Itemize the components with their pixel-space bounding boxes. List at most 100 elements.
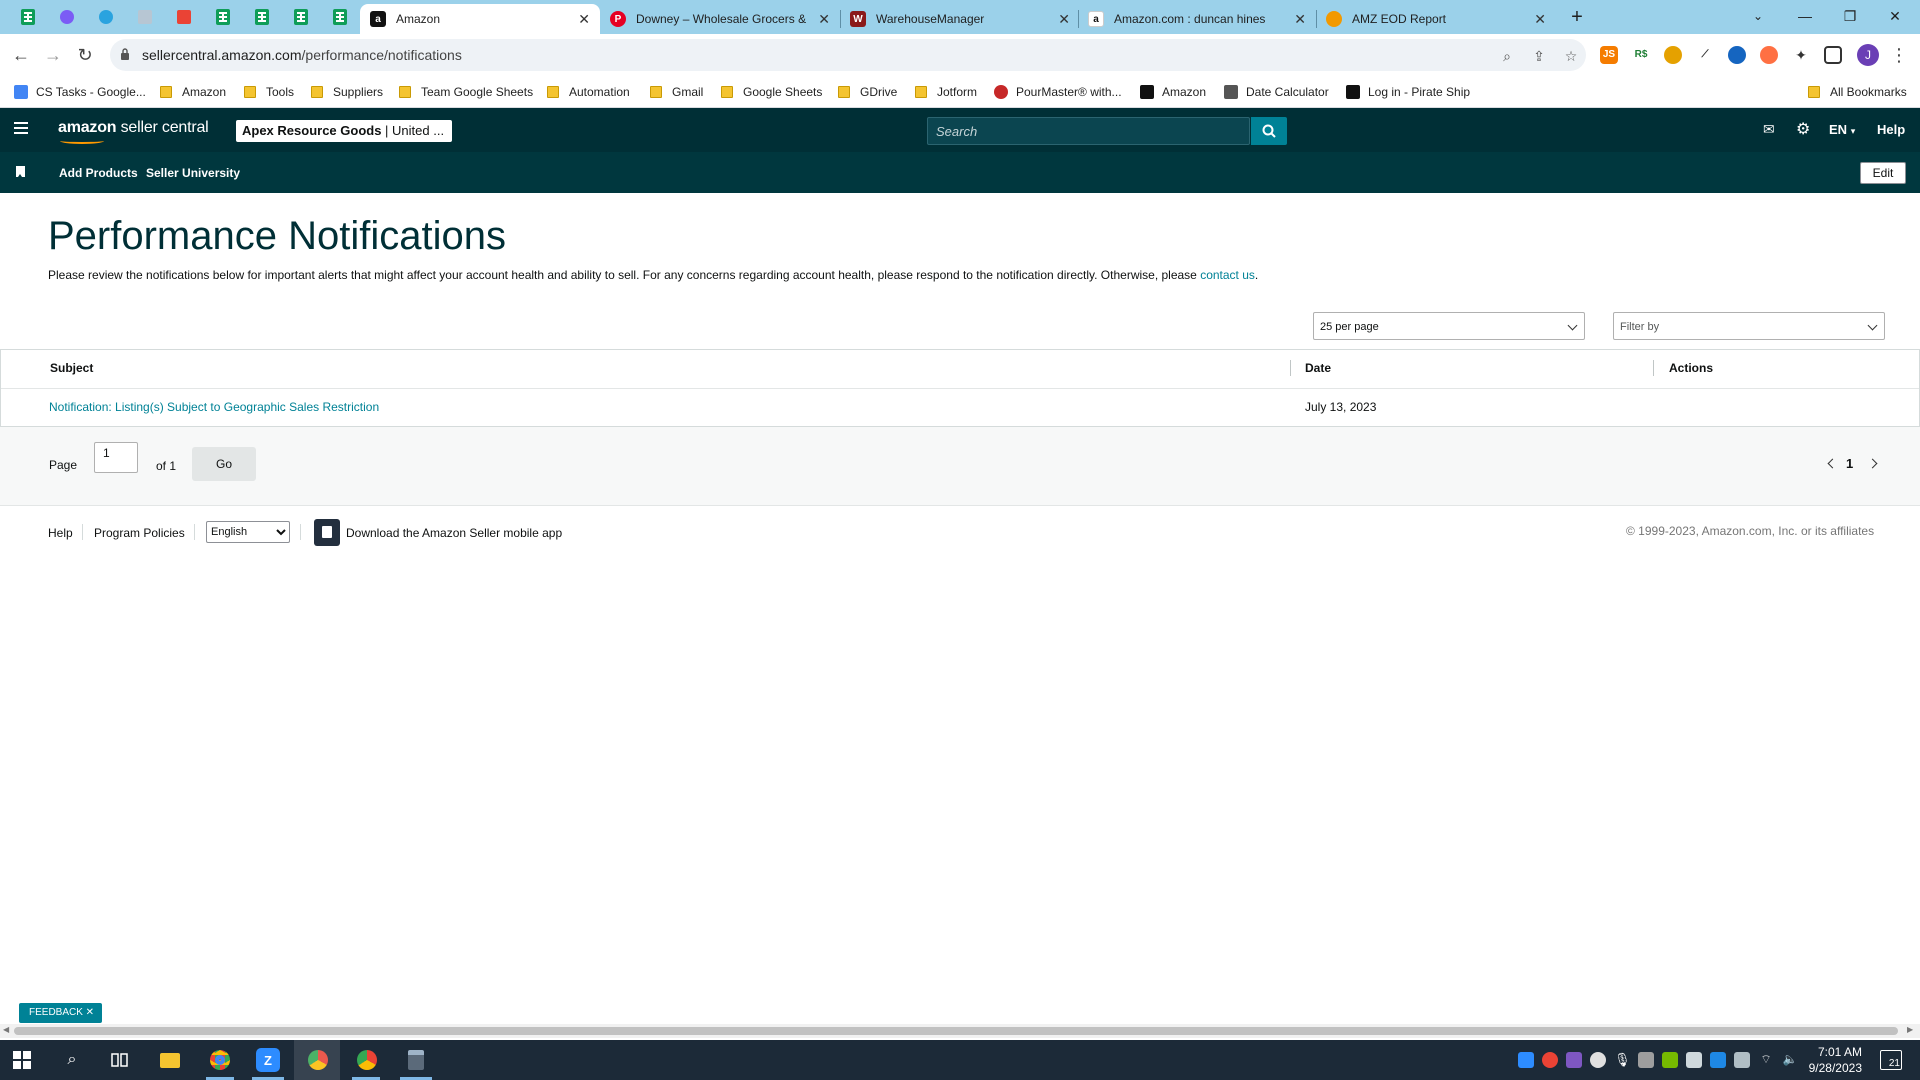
vpn-extension-icon[interactable] [1728,46,1746,64]
back-arrow-icon[interactable]: ← [8,42,34,68]
system-clock[interactable]: 7:01 AM 9/28/2023 [1806,1044,1862,1076]
maximize-button[interactable]: ❐ [1830,4,1870,28]
task-view-icon[interactable] [108,1048,132,1072]
subnav-seller-university[interactable]: Seller University [146,166,240,180]
bookmark-pirate-ship[interactable]: Log in - Pirate Ship [1346,82,1470,102]
windows-start-icon[interactable] [10,1048,34,1072]
page-number-input[interactable] [94,442,138,473]
address-bar[interactable]: sellercentral.amazon.com/performance/not… [110,39,1586,71]
search-icon[interactable]: ⌕ [60,1048,84,1072]
close-tab-icon[interactable]: ✕ [1058,11,1070,28]
bookmark-cs-tasks[interactable]: CS Tasks - Google... [14,82,146,102]
previous-page-chevron-icon[interactable] [1827,458,1838,469]
pen-tray-icon[interactable] [1566,1052,1582,1068]
rs-extension-icon[interactable]: R$ [1632,46,1650,64]
help-link[interactable]: Help [1877,122,1905,137]
tab-warehousemanager[interactable]: W WarehouseManager ✕ [840,4,1080,34]
display-icon[interactable] [1686,1052,1702,1068]
scrollbar-thumb[interactable] [14,1027,1898,1035]
scroll-right-icon[interactable]: ▶ [1907,1025,1913,1034]
contact-us-link[interactable]: contact us [1200,268,1255,282]
feedback-button[interactable]: FEEDBACK ✕ [19,1003,102,1023]
tab-downey[interactable]: P Downey – Wholesale Grocers & ✕ [600,4,840,34]
microphone-icon[interactable]: 🎙 [1614,1052,1631,1068]
amazon-seller-app-icon[interactable] [314,519,340,546]
footer-language-select[interactable]: English [206,521,290,543]
next-page-chevron-icon[interactable] [1867,458,1878,469]
search-input[interactable] [928,118,1250,144]
filter-select[interactable]: Filter by [1613,312,1885,340]
bookmark-icon[interactable] [16,166,25,177]
zoom-icon[interactable]: ⌕ [1498,47,1516,65]
firefox-like-extension-icon[interactable] [1760,46,1778,64]
pinned-tab-sheets-3[interactable] [249,5,275,29]
honey-extension-icon[interactable] [1664,46,1682,64]
bookmark-pourmaster[interactable]: PourMaster® with... [994,82,1122,102]
tray-app-icon[interactable] [1638,1052,1654,1068]
minimize-button[interactable]: — [1785,4,1825,28]
tab-amazon[interactable]: a Amazon ✕ [360,4,600,34]
bookmark-google-sheets-folder[interactable]: Google Sheets [721,82,822,102]
subnav-add-products[interactable]: Add Products [59,166,138,180]
tab-amazon-duncan-hines[interactable]: a Amazon.com : duncan hines ✕ [1078,4,1316,34]
per-page-select[interactable]: 25 per page [1313,312,1585,340]
sidepanel-icon[interactable] [1824,46,1842,64]
footer-help-link[interactable]: Help [48,526,73,540]
horizontal-scrollbar[interactable]: ◀ ▶ [0,1024,1920,1038]
network-app-icon[interactable] [1710,1052,1726,1068]
search-button[interactable] [1251,117,1287,145]
notification-center-icon[interactable]: 21 [1880,1050,1902,1070]
onedrive-cloud-icon[interactable] [1590,1052,1606,1068]
reload-icon[interactable]: ↻ [72,42,98,68]
close-window-button[interactable]: ✕ [1875,4,1915,28]
store-selector[interactable]: Apex Resource Goods | United ... [236,120,452,142]
bookmark-amazon-folder[interactable]: Amazon [160,82,226,102]
bookmark-team-sheets-folder[interactable]: Team Google Sheets [399,82,533,102]
puzzle-extensions-icon[interactable]: ✦ [1792,46,1810,64]
pinned-tab-signature[interactable] [132,5,158,29]
battery-icon[interactable] [1734,1052,1750,1068]
bookmark-jotform-folder[interactable]: Jotform [915,82,977,102]
column-header-subject[interactable]: Subject [50,361,93,375]
edit-button[interactable]: Edit [1860,162,1906,184]
chrome-tray-icon[interactable] [1542,1052,1558,1068]
zoom-tray-icon[interactable] [1518,1052,1534,1068]
hamburger-menu-button[interactable] [8,116,36,144]
all-bookmarks[interactable]: All Bookmarks [1808,82,1907,102]
chrome-icon[interactable] [208,1048,232,1072]
close-tab-icon[interactable]: ✕ [818,11,830,28]
file-explorer-icon[interactable] [158,1048,182,1072]
new-tab-button[interactable]: + [1565,6,1589,30]
volume-icon[interactable]: 🔈 [1782,1052,1798,1068]
bookmark-tools-folder[interactable]: Tools [244,82,294,102]
bookmark-gmail-folder[interactable]: Gmail [650,82,703,102]
tab-search-chevron-icon[interactable]: ⌄ [1738,4,1778,28]
bookmark-amazon[interactable]: Amazon [1140,82,1206,102]
tab-amz-eod-report[interactable]: AMZ EOD Report ✕ [1316,4,1556,34]
go-button[interactable]: Go [192,447,256,481]
bookmark-suppliers-folder[interactable]: Suppliers [311,82,383,102]
pinned-tab-sheets-5[interactable] [327,5,353,29]
bookmark-date-calculator[interactable]: Date Calculator [1224,82,1329,102]
share-icon[interactable]: ⇪ [1530,47,1548,65]
current-page-number[interactable]: 1 [1846,456,1853,471]
close-tab-icon[interactable]: ✕ [578,11,590,28]
settings-gear-icon[interactable]: ⚙ [1796,119,1810,139]
notification-subject-link[interactable]: Notification: Listing(s) Subject to Geog… [49,400,379,414]
pinned-tab-telegram[interactable] [93,5,119,29]
browser-menu-icon[interactable]: ⋮ [1886,42,1912,68]
pinned-tab-gmail[interactable] [171,5,197,29]
js-extension-icon[interactable]: JS [1600,46,1618,64]
calculator-icon[interactable] [404,1048,428,1072]
pinned-tab-messenger[interactable] [54,5,80,29]
nvidia-icon[interactable] [1662,1052,1678,1068]
pinned-tab-sheets[interactable] [15,5,41,29]
bookmark-gdrive-folder[interactable]: GDrive [838,82,897,102]
scroll-left-icon[interactable]: ◀ [3,1025,9,1034]
chrome-icon[interactable] [355,1048,379,1072]
download-app-link[interactable]: Download the Amazon Seller mobile app [346,526,562,540]
mail-icon[interactable]: ✉ [1763,121,1775,138]
seller-central-logo[interactable]: amazon seller central [58,119,209,144]
zoom-app-icon[interactable]: Z [256,1048,280,1072]
footer-program-policies-link[interactable]: Program Policies [94,526,185,540]
